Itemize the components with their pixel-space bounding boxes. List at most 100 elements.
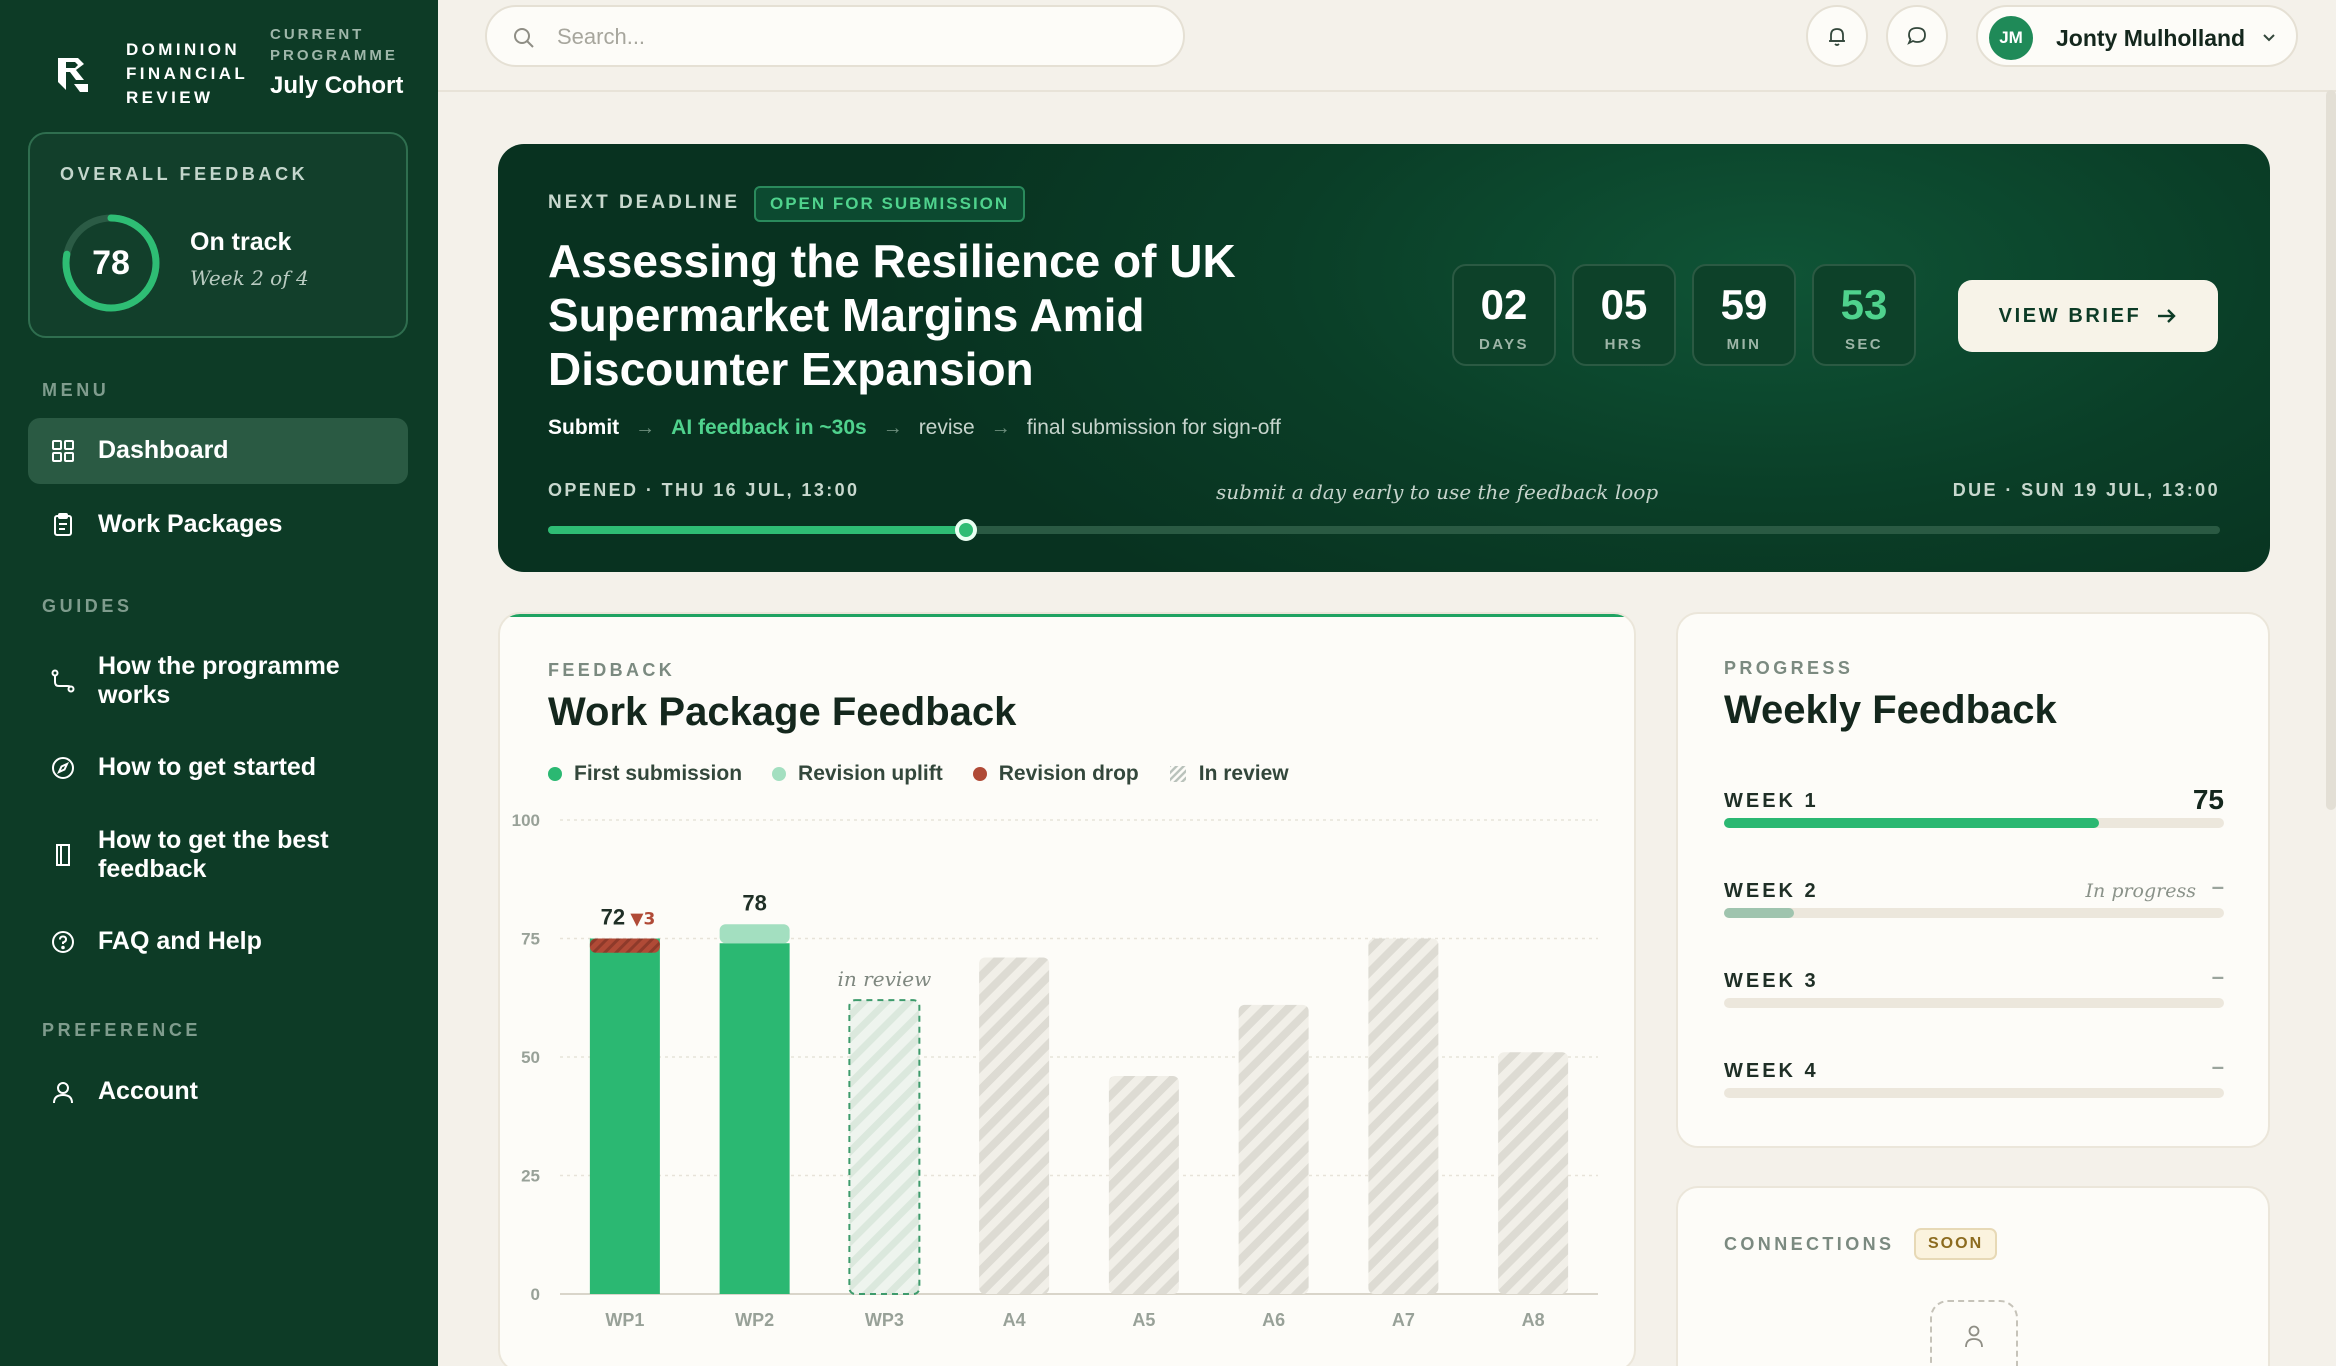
deadline-title-line: Discounter Expansion xyxy=(548,343,1034,395)
search-input[interactable] xyxy=(557,19,1157,55)
overall-score: 78 xyxy=(92,243,130,282)
countdown-minutes: 59 MIN xyxy=(1692,264,1796,366)
first-submission-bar xyxy=(719,943,790,1294)
x-tick-label: A4 xyxy=(1003,1310,1026,1330)
revision-drop-bar xyxy=(589,938,660,953)
messages-button[interactable] xyxy=(1886,5,1948,67)
countdown-value: 02 xyxy=(1480,281,1528,328)
view-brief-label: VIEW BRIEF xyxy=(1998,304,2142,327)
chat-bubble-icon xyxy=(1907,27,1926,45)
deadline-progress-fill xyxy=(548,526,966,534)
deadline-title: Assessing the Resilience of UK Supermark… xyxy=(548,234,1328,396)
bell-icon xyxy=(1829,28,1845,46)
nav-faq-help[interactable]: FAQ and Help xyxy=(28,910,408,974)
nav-label: Account xyxy=(98,1077,198,1105)
nav-dashboard[interactable]: Dashboard xyxy=(28,418,408,484)
arrow-right-icon: → xyxy=(635,416,656,439)
nav-how-programme-works[interactable]: How the programme works xyxy=(28,640,408,720)
avatar: JM xyxy=(1989,16,2033,60)
programme-name: July Cohort xyxy=(270,72,404,99)
bar-value-label: 72 xyxy=(601,905,625,930)
soon-badge: SOON xyxy=(1914,1228,1998,1260)
brand-logo-icon xyxy=(58,58,88,92)
connections-label: CONNECTIONS xyxy=(1724,1234,1895,1254)
deadline-title-line: Assessing the Resilience of UK xyxy=(548,235,1236,287)
sidebar: DOMINION FINANCIAL REVIEW CURRENT PROGRA… xyxy=(0,0,438,1366)
week-progress-track xyxy=(1724,908,2224,918)
x-tick-label: A8 xyxy=(1522,1310,1545,1330)
first-submission-bar xyxy=(589,938,660,1294)
arrow-right-icon: → xyxy=(882,416,903,439)
week-dash: – xyxy=(2211,874,2224,899)
countdown-unit: DAYS xyxy=(1479,336,1529,353)
week-progress-track xyxy=(1724,998,2224,1008)
bar-value-label: 78 xyxy=(742,890,766,915)
deadline-eyebrow: NEXT DEADLINE xyxy=(548,192,741,213)
book-icon xyxy=(56,844,70,866)
nav-best-feedback[interactable]: How to get the best feedback xyxy=(28,814,408,894)
brand-line: DOMINION xyxy=(126,40,241,59)
help-circle-icon xyxy=(52,931,74,953)
user-menu[interactable]: JM Jonty Mulholland xyxy=(1976,5,2298,67)
nav-label: How to get started xyxy=(98,753,317,781)
countdown-value: 59 xyxy=(1720,281,1768,328)
work-package-feedback-card: FEEDBACK Work Package Feedback First sub… xyxy=(498,612,1636,1366)
progress-eyebrow: PROGRESS xyxy=(1724,658,1854,678)
countdown-seconds: 53 SEC xyxy=(1812,264,1916,366)
next-deadline-card: NEXT DEADLINE OPEN FOR SUBMISSION Assess… xyxy=(498,144,2270,572)
week-label: WEEK 3 xyxy=(1724,970,1819,992)
y-tick-label: 0 xyxy=(531,1285,540,1304)
guides-section-label: GUIDES xyxy=(42,596,133,616)
in-review-bar xyxy=(1368,938,1439,1294)
nav-label: How the programme works xyxy=(98,652,340,710)
programme-label: CURRENT PROGRAMME xyxy=(270,24,403,66)
in-review-bar xyxy=(1498,1052,1569,1294)
nav-how-to-get-started[interactable]: How to get started xyxy=(28,736,408,800)
overall-status: On track xyxy=(190,228,292,256)
brand-line: REVIEW xyxy=(126,88,214,107)
nav-label-line: How to get the best xyxy=(98,826,329,854)
overall-feedback-card[interactable]: OVERALL FEEDBACK 78 On track Week 2 of 4 xyxy=(28,132,408,338)
countdown-value: 53 xyxy=(1840,281,1888,328)
countdown-hours: 05 HRS xyxy=(1572,264,1676,366)
search-bar[interactable] xyxy=(485,5,1185,67)
notifications-button[interactable] xyxy=(1806,5,1868,67)
current-programme: CURRENT PROGRAMME July Cohort xyxy=(270,24,403,100)
week-progress-fill xyxy=(1724,908,1794,918)
search-icon xyxy=(514,28,534,48)
y-tick-label: 50 xyxy=(521,1048,540,1067)
user-name: Jonty Mulholland xyxy=(2056,25,2246,51)
clipboard-icon xyxy=(54,513,72,536)
in-review-annotation: in review xyxy=(838,967,932,991)
nav-label: FAQ and Help xyxy=(98,927,262,955)
view-brief-button[interactable]: VIEW BRIEF xyxy=(1958,280,2218,352)
connections-card: CONNECTIONS SOON xyxy=(1676,1186,2270,1366)
preference-section-label: PREFERENCE xyxy=(42,1020,202,1040)
week-status: In progress xyxy=(2085,880,2196,902)
deadline-title-line: Supermarket Margins Amid xyxy=(548,289,1145,341)
y-tick-label: 75 xyxy=(521,930,540,949)
deadline-progress-track xyxy=(548,519,2220,541)
brand[interactable]: DOMINION FINANCIAL REVIEW xyxy=(54,38,248,110)
grid-icon xyxy=(52,440,74,462)
status-badge: OPEN FOR SUBMISSION xyxy=(754,186,1026,222)
y-tick-label: 25 xyxy=(521,1167,540,1186)
programme-label-line: PROGRAMME xyxy=(270,47,398,64)
page-scrollbar[interactable] xyxy=(2326,90,2336,810)
week-progress-track xyxy=(1724,1088,2224,1098)
nav-label: Dashboard xyxy=(98,436,229,464)
deadline-hint: submit a day early to use the feedback l… xyxy=(1216,480,1659,504)
countdown-unit: HRS xyxy=(1604,336,1644,353)
x-tick-label: WP2 xyxy=(735,1310,774,1330)
menu-section-label: MENU xyxy=(42,380,110,400)
x-tick-label: WP1 xyxy=(605,1310,644,1330)
nav-work-packages[interactable]: Work Packages xyxy=(28,492,408,558)
week-label: WEEK 4 xyxy=(1724,1060,1819,1082)
work-package-chart: 0 25 50 75 100 WP1 WP2 in review WP3 A4 A5 A6 A7 A8 72… xyxy=(512,811,1598,1330)
top-divider xyxy=(438,90,2336,92)
user-icon xyxy=(1965,1325,1983,1348)
flow-step: AI feedback in ~30s xyxy=(671,416,867,439)
countdown-days: 02 DAYS xyxy=(1452,264,1556,366)
in-review-bar xyxy=(1108,1075,1179,1294)
nav-account[interactable]: Account xyxy=(28,1060,408,1124)
